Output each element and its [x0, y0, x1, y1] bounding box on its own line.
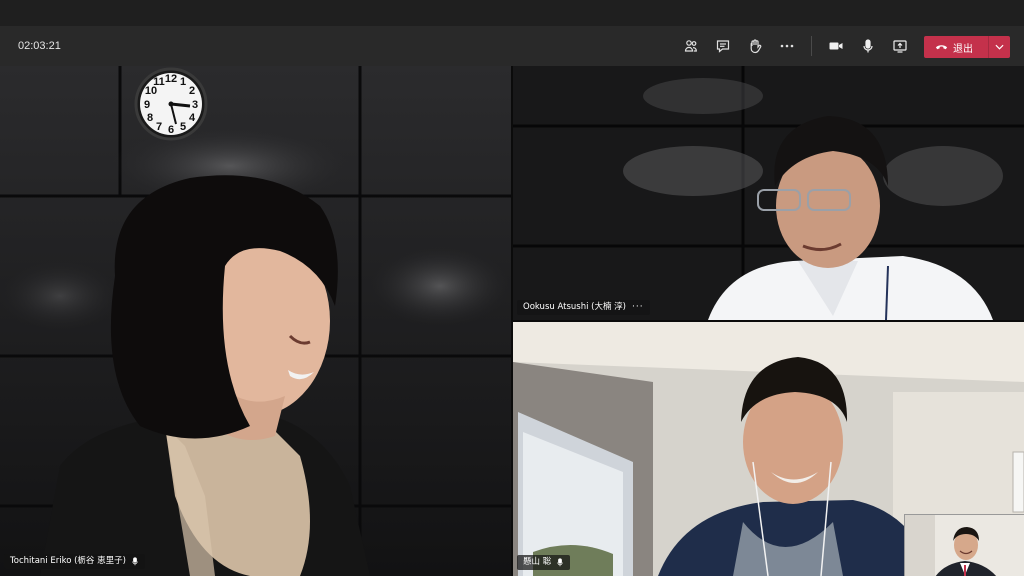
- clock-number-8: 8: [147, 112, 153, 124]
- toolbar-divider: [811, 36, 812, 56]
- share-screen-button[interactable]: [888, 34, 912, 58]
- self-view-frame: [905, 515, 1024, 576]
- participant-more-button[interactable]: ···: [632, 300, 644, 315]
- microphone-icon: [132, 557, 138, 566]
- more-icon: [780, 44, 794, 48]
- camera-button[interactable]: [824, 34, 848, 58]
- microphone-icon: [863, 39, 873, 53]
- clock-number-6: 6: [168, 124, 174, 136]
- chat-icon: [716, 40, 730, 53]
- hang-up-icon: [935, 45, 948, 50]
- chat-button[interactable]: [711, 34, 735, 58]
- microphone-icon: [557, 558, 563, 567]
- participant-name: Ookusu Atsushi (大楠 淳): [523, 302, 626, 312]
- raise-hand-icon: [750, 39, 762, 54]
- clock-number-4: 4: [189, 112, 196, 124]
- raise-hand-button[interactable]: [743, 34, 767, 58]
- participant-name: 懸山 聡: [523, 557, 552, 567]
- window-top-strip: [0, 0, 1024, 26]
- camera-icon: [829, 42, 843, 50]
- video-tile-top-right[interactable]: Ookusu Atsushi (大楠 淳) ···: [513, 66, 1024, 320]
- participant-name-tag: Tochitani Eriko (栃谷 恵里子): [4, 554, 145, 569]
- self-view-video[interactable]: [904, 514, 1024, 576]
- participants-button[interactable]: [679, 34, 703, 58]
- clock-number-5: 5: [180, 121, 186, 133]
- clock-number-1: 1: [180, 76, 186, 88]
- meeting-toolbar: 02:03:21 退出: [0, 26, 1024, 66]
- leave-button-group: 退出: [924, 36, 1010, 58]
- leave-button[interactable]: 退出: [924, 36, 988, 58]
- clock-number-12: 12: [165, 73, 177, 85]
- wall-clock: 12 1 2 3 4 5 6 7 8 9 10 11: [134, 67, 208, 141]
- clock-number-2: 2: [189, 85, 195, 97]
- video-frame-top-right: [513, 66, 1024, 320]
- microphone-button[interactable]: [856, 34, 880, 58]
- leave-label: 退出: [953, 43, 973, 55]
- clock-number-7: 7: [156, 121, 162, 133]
- participant-name-tag: 懸山 聡: [517, 555, 571, 570]
- participant-name: Tochitani Eriko (栃谷 恵里子): [10, 556, 126, 566]
- video-tile-main[interactable]: 12 1 2 3 4 5 6 7 8 9 10 11 Tochitani Eri…: [0, 66, 511, 576]
- leave-options-button[interactable]: [989, 36, 1010, 58]
- more-actions-button[interactable]: [775, 34, 799, 58]
- participants-icon: [684, 40, 697, 52]
- share-screen-icon: [893, 40, 907, 53]
- participant-name-tag: Ookusu Atsushi (大楠 淳) ···: [517, 300, 650, 315]
- chevron-down-icon: [995, 44, 1004, 50]
- video-frame-main: 12 1 2 3 4 5 6 7 8 9 10 11: [0, 66, 511, 576]
- meeting-timer: 02:03:21: [18, 40, 61, 52]
- clock-number-11: 11: [153, 76, 165, 88]
- clock-number-9: 9: [144, 99, 150, 111]
- clock-number-3: 3: [192, 99, 198, 111]
